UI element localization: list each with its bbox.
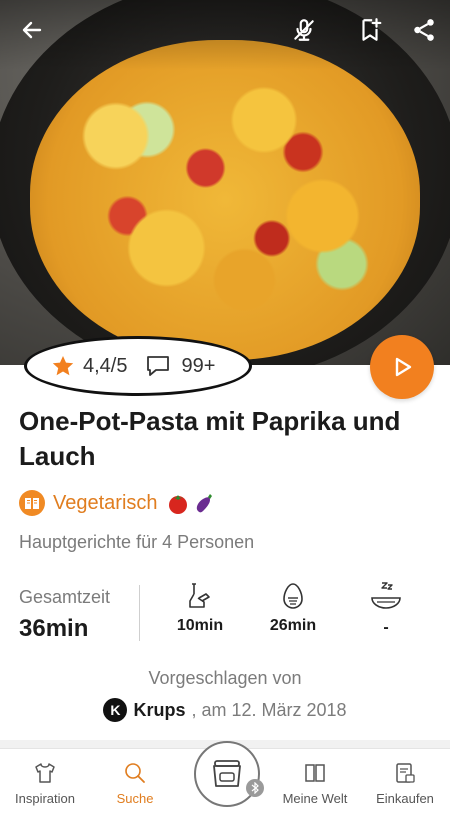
total-time-label: Gesamtzeit xyxy=(19,587,111,607)
divider xyxy=(139,585,140,641)
bookmark-button[interactable] xyxy=(354,14,386,46)
rating-value: 4,4/5 xyxy=(83,354,128,377)
category-tag[interactable]: Vegetarisch xyxy=(19,490,216,516)
share-icon xyxy=(414,19,434,41)
total-time-value: 36min xyxy=(19,615,89,642)
shirt-icon xyxy=(35,763,55,783)
mute-voice-button[interactable] xyxy=(288,14,320,46)
pasta-dish xyxy=(30,40,420,360)
time-info: Gesamtzeit 36min 10min 26min - xyxy=(0,575,450,645)
bluetooth-icon xyxy=(246,779,264,797)
share-button[interactable] xyxy=(408,14,440,46)
suggested-by-label: Vorgeschlagen von xyxy=(148,668,302,688)
book-icon xyxy=(305,764,325,782)
nav-label: Inspiration xyxy=(15,791,75,806)
search-icon xyxy=(125,763,145,783)
category-label: Vegetarisch xyxy=(53,491,158,514)
nav-item-inspiration[interactable]: Inspiration xyxy=(0,761,90,806)
prep-time-value: 10min xyxy=(176,617,224,634)
play-icon xyxy=(395,357,412,377)
sleeping-bowl-icon xyxy=(371,582,401,609)
nav-item-meine-welt[interactable]: Meine Welt xyxy=(270,761,360,806)
cooking-device-icon xyxy=(213,760,241,787)
start-cooking-button[interactable] xyxy=(370,335,434,399)
nav-item-einkaufen[interactable]: Einkaufen xyxy=(360,761,450,806)
prep-hand-icon xyxy=(189,583,210,608)
prep-time: 10min xyxy=(160,581,240,635)
star-icon xyxy=(52,356,74,376)
book-icon xyxy=(19,490,45,516)
shopping-list-icon xyxy=(396,763,415,783)
recipe-title: One-Pot-Pasta mit Paprika und Lauch xyxy=(19,406,401,471)
krups-logo: K xyxy=(103,698,128,722)
nav-item-search[interactable]: Suche xyxy=(90,761,180,806)
eggplant-emoji xyxy=(196,494,212,513)
rest-time-value: - xyxy=(383,619,389,636)
egg-timer-icon xyxy=(283,583,303,609)
nav-label: Einkaufen xyxy=(376,791,434,806)
bookmark-add-icon xyxy=(362,18,382,41)
nav-label: Suche xyxy=(116,791,154,806)
cooking-device-button[interactable] xyxy=(194,741,260,807)
author-line[interactable]: K Krups , am 12. März 2018 xyxy=(0,698,450,722)
nav-label: Meine Welt xyxy=(282,791,348,806)
tomato-emoji xyxy=(168,495,187,514)
cook-time: 26min xyxy=(253,581,333,635)
arrow-left-icon xyxy=(22,21,42,39)
speech-bubble-icon xyxy=(147,356,170,376)
rest-time: - xyxy=(346,581,426,637)
rating-badge[interactable]: 4,4/5 99+ xyxy=(24,336,252,396)
recipe-subtitle: Hauptgerichte für 4 Personen xyxy=(19,532,255,552)
author-name[interactable]: Krups xyxy=(133,700,185,721)
cook-time-value: 26min xyxy=(269,617,317,634)
bottom-navigation: Inspiration Suche Meine Welt Einkaufen xyxy=(0,741,450,815)
microphone-off-icon xyxy=(294,19,314,41)
recipe-hero-image xyxy=(0,0,450,365)
back-button[interactable] xyxy=(16,14,48,46)
comment-count: 99+ xyxy=(181,354,216,377)
publish-date: , am 12. März 2018 xyxy=(191,699,347,720)
